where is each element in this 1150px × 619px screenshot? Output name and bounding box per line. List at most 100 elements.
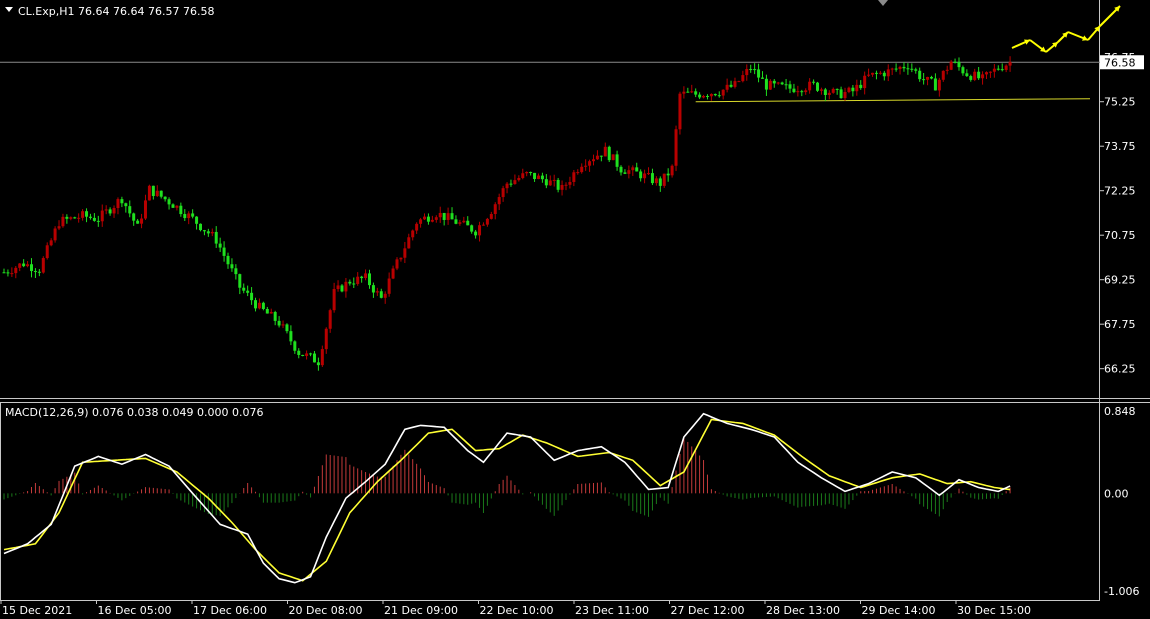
candle-body bbox=[615, 154, 619, 167]
price-tick-label: 73.75 bbox=[1104, 140, 1136, 153]
candle-body bbox=[804, 90, 808, 93]
time-tick-label: 17 Dec 06:00 bbox=[193, 604, 267, 617]
candle-body bbox=[501, 188, 505, 198]
candle-body bbox=[670, 165, 674, 176]
candle-body bbox=[218, 243, 222, 248]
candle-body bbox=[937, 79, 941, 91]
candle-body bbox=[37, 271, 41, 273]
candle-body bbox=[855, 84, 859, 92]
candle-body bbox=[293, 341, 297, 351]
candle-body bbox=[922, 79, 926, 81]
candle-body bbox=[776, 82, 780, 84]
candle-body bbox=[470, 225, 474, 232]
candle-body bbox=[568, 181, 572, 185]
candle-body bbox=[175, 205, 179, 208]
candle-body bbox=[741, 75, 745, 82]
candle-body bbox=[151, 185, 155, 197]
candle-body bbox=[171, 204, 175, 208]
candle-body bbox=[108, 209, 112, 214]
candle-body bbox=[839, 89, 843, 99]
candle-body bbox=[918, 70, 922, 80]
candle-body bbox=[403, 248, 407, 258]
symbol-menu-arrow-icon[interactable] bbox=[5, 7, 13, 12]
candle-body bbox=[635, 167, 639, 172]
candle-body bbox=[713, 93, 717, 96]
candle-body bbox=[572, 172, 576, 182]
price-tick-label: 70.75 bbox=[1104, 229, 1136, 242]
candle-body bbox=[1004, 65, 1008, 70]
candle-body bbox=[206, 231, 210, 234]
candle-body bbox=[592, 159, 595, 162]
candle-body bbox=[261, 302, 265, 310]
candle-body bbox=[536, 175, 540, 180]
candle-body bbox=[690, 91, 694, 93]
price-tick-label: 67.75 bbox=[1104, 318, 1136, 331]
candle-body bbox=[525, 172, 529, 174]
candle-body bbox=[269, 312, 273, 314]
candle-body bbox=[886, 69, 890, 77]
candle-body bbox=[576, 172, 580, 174]
candle-body bbox=[843, 91, 847, 99]
candle-body bbox=[120, 199, 124, 204]
candle-body bbox=[709, 93, 713, 97]
candle-body bbox=[238, 274, 242, 288]
candle-body bbox=[988, 71, 992, 73]
candle-body bbox=[411, 230, 415, 238]
candle-body bbox=[30, 264, 34, 272]
candle-body bbox=[898, 66, 902, 70]
candle-body bbox=[493, 204, 497, 215]
candle-body bbox=[379, 291, 383, 298]
candle-body bbox=[949, 61, 953, 70]
candle-body bbox=[595, 155, 599, 160]
candle-body bbox=[92, 217, 96, 221]
candle-body bbox=[364, 273, 368, 279]
candle-body bbox=[992, 68, 996, 72]
candle-body bbox=[344, 281, 348, 292]
candle-body bbox=[929, 76, 933, 79]
candle-body bbox=[772, 80, 776, 84]
candle-body bbox=[202, 230, 206, 232]
macd-info: MACD(12,26,9) 0.076 0.038 0.049 0.000 0.… bbox=[5, 406, 263, 419]
candle-body bbox=[10, 273, 14, 275]
candle-body bbox=[356, 276, 360, 284]
candle-body bbox=[124, 203, 128, 207]
candle-body bbox=[662, 173, 666, 186]
candle-body bbox=[823, 89, 827, 95]
candle-body bbox=[890, 68, 894, 70]
candle-body bbox=[666, 173, 670, 176]
support-trendline[interactable] bbox=[695, 98, 1091, 103]
macd-lines bbox=[3, 412, 1011, 584]
candle-body bbox=[784, 84, 788, 86]
candle-body bbox=[517, 177, 521, 181]
forecast-arrows[interactable] bbox=[1011, 5, 1121, 53]
candle-body bbox=[702, 95, 706, 98]
candle-body bbox=[195, 216, 199, 224]
candle-body bbox=[320, 349, 324, 366]
candle-body bbox=[965, 73, 969, 77]
candle-body bbox=[760, 77, 764, 79]
candle-body bbox=[33, 271, 37, 273]
candle-body bbox=[65, 216, 69, 219]
candle-body bbox=[132, 213, 136, 221]
candle-body bbox=[705, 95, 709, 97]
candle-body bbox=[85, 211, 89, 217]
chart-canvas[interactable]: 76.7575.2573.7572.2570.7569.2567.7566.25… bbox=[0, 0, 1150, 619]
chart-shift-marker[interactable] bbox=[878, 0, 888, 6]
candle-body bbox=[230, 264, 234, 269]
candle-body bbox=[395, 259, 399, 269]
macd-tick-label: 0.00 bbox=[1104, 487, 1129, 500]
candle-body bbox=[199, 223, 202, 231]
candle-body bbox=[265, 309, 269, 314]
candle-body bbox=[599, 155, 603, 157]
candle-body bbox=[391, 268, 395, 279]
time-tick-label: 20 Dec 08:00 bbox=[289, 604, 363, 617]
price-tick-label: 75.25 bbox=[1104, 96, 1136, 109]
candle-body bbox=[371, 285, 375, 293]
candle-body bbox=[753, 69, 757, 71]
candle-body bbox=[14, 267, 18, 274]
current-price-tag: 76.58 bbox=[1100, 55, 1144, 70]
candle-body bbox=[348, 281, 352, 284]
candle-body bbox=[273, 312, 277, 321]
candle-body bbox=[45, 245, 49, 259]
candle-body bbox=[827, 92, 831, 95]
